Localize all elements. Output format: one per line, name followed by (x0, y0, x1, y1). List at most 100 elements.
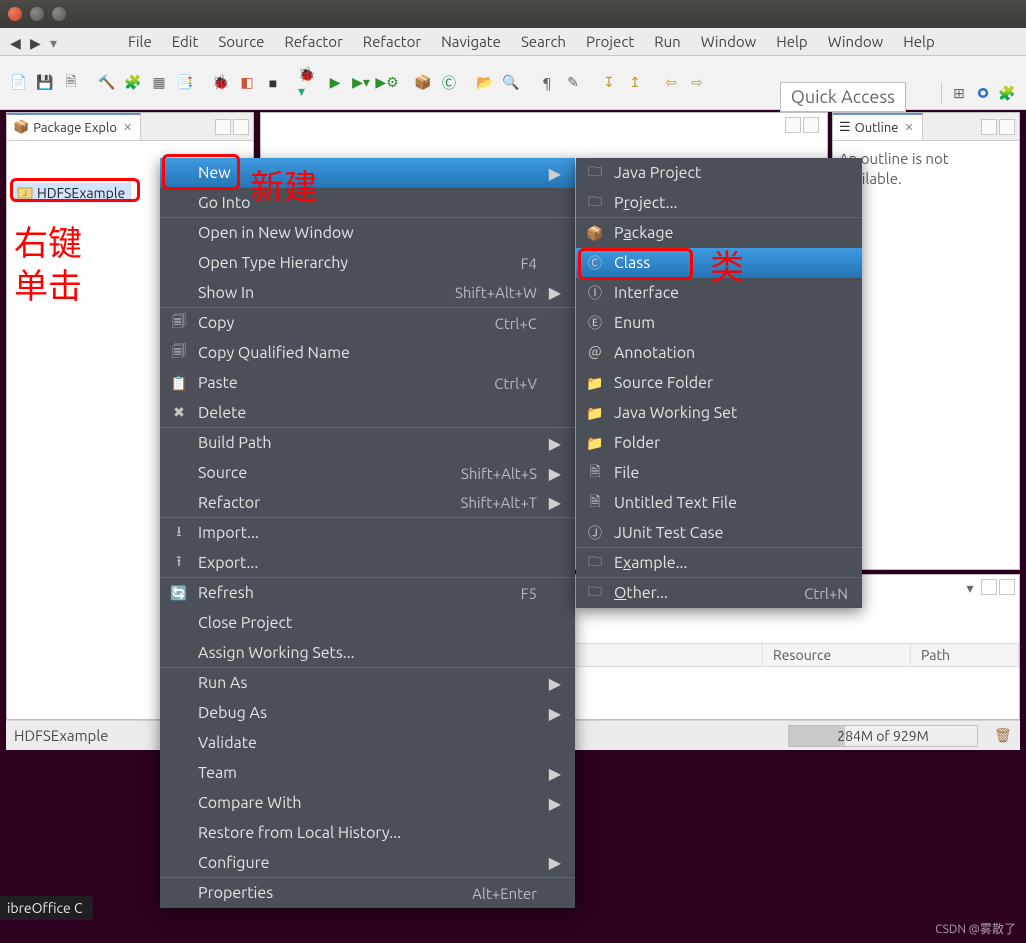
tool-search-icon[interactable]: 🔍 (500, 72, 522, 94)
ctx-item-open-type-hierarchy[interactable]: Open Type HierarchyF4 (160, 248, 575, 278)
ctx-item-refactor[interactable]: RefactorShift+Alt+T▶ (160, 488, 575, 518)
tool-annotation-icon[interactable]: ✎ (562, 72, 584, 94)
tool-debug-last-icon[interactable]: 🐞▾ (298, 72, 320, 94)
window-minimize-button[interactable] (30, 7, 44, 21)
outline-tab[interactable]: ☰ Outline ✕ (833, 113, 923, 140)
ctx-item-close-project[interactable]: Close Project (160, 608, 575, 638)
tool-table-icon[interactable]: ▦ (148, 72, 170, 94)
window-maximize-button[interactable] (52, 7, 66, 21)
ctx-new-example-[interactable]: 🗀Example... (576, 548, 862, 578)
tool-prev-annotation-icon[interactable]: ↥ (624, 72, 646, 94)
tool-saveall-icon[interactable]: 🗎 (60, 72, 82, 94)
ctx-item-properties[interactable]: PropertiesAlt+Enter (160, 878, 575, 908)
tool-new-icon[interactable]: 📄 (8, 72, 30, 94)
ctx-new-folder[interactable]: 📁Folder (576, 428, 862, 458)
ctx-item-validate[interactable]: Validate (160, 728, 575, 758)
ctx-new-file[interactable]: 🗎File (576, 458, 862, 488)
menu-window2[interactable]: Window (818, 29, 894, 54)
ctx-new-project-[interactable]: 🗀Project... (576, 188, 862, 218)
ctx-item-team[interactable]: Team▶ (160, 758, 575, 788)
taskbar-chip[interactable]: ibreOffice C (0, 896, 93, 920)
problems-menu-icon[interactable]: ▾ (961, 579, 979, 597)
tool-stop-icon[interactable]: ■ (262, 72, 284, 94)
ctx-new-junit-test-case[interactable]: ⒿJUnit Test Case (576, 518, 862, 548)
view-maximize-icon[interactable] (233, 119, 249, 135)
menu-project[interactable]: Project (576, 29, 644, 54)
view-minimize-icon[interactable] (981, 579, 997, 595)
ctx-item-run-as[interactable]: Run As▶ (160, 668, 575, 698)
tool-wizard-icon[interactable]: 🧩 (122, 72, 144, 94)
ctx-item-restore-from-local-history-[interactable]: Restore from Local History... (160, 818, 575, 848)
tool-coverage-icon[interactable]: ◧ (236, 72, 258, 94)
gc-trash-icon[interactable]: 🗑 (994, 727, 1012, 744)
menu-source[interactable]: Source (208, 29, 274, 54)
editor-minimize-icon[interactable] (785, 117, 801, 133)
tool-forward-icon[interactable]: ⇨ (686, 72, 708, 94)
menu-help2[interactable]: Help (893, 29, 944, 54)
quick-access-input[interactable]: Quick Access (780, 82, 906, 112)
menu-file[interactable]: File (118, 29, 162, 54)
view-maximize-icon[interactable] (999, 119, 1015, 135)
ctx-new-enum[interactable]: ⒺEnum (576, 308, 862, 338)
ctx-item-configure[interactable]: Configure▶ (160, 848, 575, 878)
ctx-item-open-in-new-window[interactable]: Open in New Window (160, 218, 575, 248)
tool-back-icon[interactable]: ⇦ (660, 72, 682, 94)
tool-doc-icon[interactable]: 📑 (174, 72, 196, 94)
ctx-item-show-in[interactable]: Show InShift+Alt+W▶ (160, 278, 575, 308)
tool-external-icon[interactable]: ▶⚙ (376, 72, 398, 94)
ctx-item-source[interactable]: SourceShift+Alt+S▶ (160, 458, 575, 488)
menu-edit[interactable]: Edit (162, 29, 209, 54)
ctx-new-java-project[interactable]: 🗀Java Project (576, 158, 862, 188)
ctx-new-untitled-text-file[interactable]: 🗎Untitled Text File (576, 488, 862, 518)
menu-refactor[interactable]: Refactor (274, 29, 352, 54)
tool-new-package-icon[interactable]: 📦 (412, 72, 434, 94)
view-minimize-icon[interactable] (981, 119, 997, 135)
ctx-item-copy-qualified-name[interactable]: 🗐Copy Qualified Name (160, 338, 575, 368)
ctx-item-export-[interactable]: ⭱Export... (160, 548, 575, 578)
menu-help[interactable]: Help (766, 29, 817, 54)
heap-status[interactable]: 284M of 929M (788, 725, 978, 747)
ctx-new-source-folder[interactable]: 📁Source Folder (576, 368, 862, 398)
menu-window[interactable]: Window (691, 29, 767, 54)
menu-refactor2[interactable]: Refactor (353, 29, 431, 54)
ctx-item-delete[interactable]: ✖Delete (160, 398, 575, 428)
view-maximize-icon[interactable] (999, 579, 1015, 595)
ctx-item-assign-working-sets-[interactable]: Assign Working Sets... (160, 638, 575, 668)
tool-run-icon[interactable]: ▶ (324, 72, 346, 94)
menu-navigate[interactable]: Navigate (431, 29, 511, 54)
ctx-new-package[interactable]: 📦Package (576, 218, 862, 248)
ctx-item-refresh[interactable]: 🔄RefreshF5 (160, 578, 575, 608)
close-icon[interactable]: ✕ (902, 121, 915, 134)
menu-search[interactable]: Search (511, 29, 576, 54)
tool-toggle-mark-icon[interactable]: ¶ (536, 72, 558, 94)
perspective-switcher[interactable]: ⊞ 🞉 🧩 (941, 82, 1018, 104)
open-perspective-icon[interactable]: ⊞ (948, 82, 970, 104)
ctx-item-paste[interactable]: 📋PasteCtrl+V (160, 368, 575, 398)
window-close-button[interactable] (8, 7, 22, 21)
debug-perspective-icon[interactable]: 🧩 (996, 82, 1018, 104)
package-explorer-tab[interactable]: 📦 Package Explo ✕ (7, 113, 141, 140)
col-path[interactable]: Path (911, 644, 1019, 666)
tool-next-annotation-icon[interactable]: ↧ (598, 72, 620, 94)
editor-maximize-icon[interactable] (803, 117, 819, 133)
tool-save-icon[interactable]: 💾 (34, 72, 56, 94)
ctx-new-other-[interactable]: 🗀Other...Ctrl+N (576, 578, 862, 608)
view-minimize-icon[interactable] (215, 119, 231, 135)
ctx-new-java-working-set[interactable]: 📁Java Working Set (576, 398, 862, 428)
ctx-item-import-[interactable]: ⭳Import... (160, 518, 575, 548)
tool-run-last-icon[interactable]: ▶▾ (350, 72, 372, 94)
ctx-new-annotation[interactable]: ＠Annotation (576, 338, 862, 368)
tool-debug-icon[interactable]: 🐞 (210, 72, 232, 94)
menu-run[interactable]: Run (644, 29, 690, 54)
tool-new-class-icon[interactable]: Ⓒ (438, 72, 460, 94)
ctx-item-debug-as[interactable]: Debug As▶ (160, 698, 575, 728)
ctx-item-go-into[interactable]: Go Into (160, 188, 575, 218)
ctx-item-build-path[interactable]: Build Path▶ (160, 428, 575, 458)
ctx-item-compare-with[interactable]: Compare With▶ (160, 788, 575, 818)
ctx-item-copy[interactable]: 🗐CopyCtrl+C (160, 308, 575, 338)
java-perspective-icon[interactable]: 🞉 (972, 82, 994, 104)
tool-open-type-icon[interactable]: 📂 (474, 72, 496, 94)
close-icon[interactable]: ✕ (121, 121, 134, 134)
col-resource[interactable]: Resource (763, 644, 911, 666)
tool-build-icon[interactable]: 🔨 (96, 72, 118, 94)
